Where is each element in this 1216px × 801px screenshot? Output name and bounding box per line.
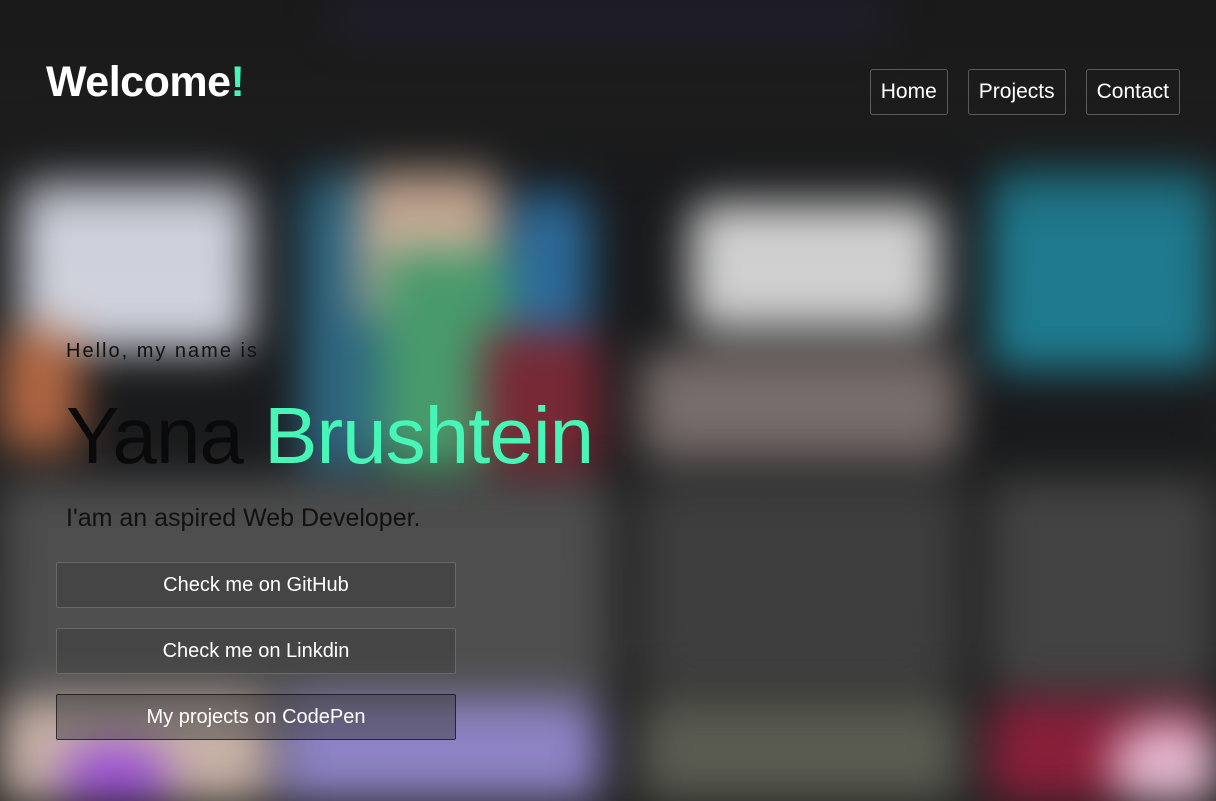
site-logo: Welcome! — [46, 58, 245, 107]
nav-home-button[interactable]: Home — [869, 69, 948, 115]
hero-name: Yana Brushtein — [66, 390, 594, 482]
tagline-text: I'am an aspired Web Developer. — [66, 504, 421, 532]
main-nav: Home Projects Contact — [869, 69, 1180, 115]
logo-accent: ! — [230, 58, 245, 106]
action-buttons: Check me on GitHub Check me on Linkdin M… — [56, 562, 456, 740]
github-button[interactable]: Check me on GitHub — [56, 562, 456, 608]
codepen-button[interactable]: My projects on CodePen — [56, 694, 456, 740]
first-name: Yana — [66, 391, 244, 480]
page: Welcome! Home Projects Contact Hello, my… — [0, 0, 1216, 801]
linkedin-button[interactable]: Check me on Linkdin — [56, 628, 456, 674]
nav-contact-button[interactable]: Contact — [1085, 69, 1180, 115]
hero-section: Hello, my name is Yana Brushtein I'am an… — [66, 340, 594, 532]
logo-text: Welcome — [46, 58, 231, 106]
nav-projects-button[interactable]: Projects — [967, 69, 1066, 115]
greeting-text: Hello, my name is — [66, 340, 259, 362]
last-name: Brushtein — [264, 391, 594, 480]
